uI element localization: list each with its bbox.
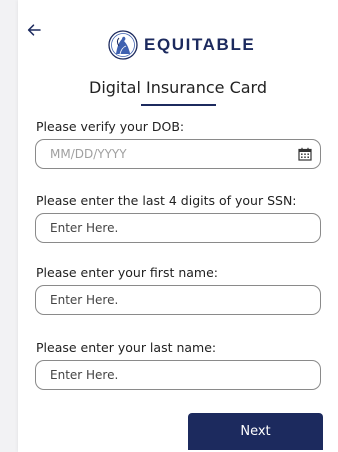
- calendar-icon[interactable]: [298, 147, 312, 161]
- brand-logo: EQUITABLE: [108, 30, 255, 60]
- brand-name: EQUITABLE: [144, 35, 256, 54]
- back-button[interactable]: [22, 20, 46, 40]
- last-name-label: Please enter your last name:: [36, 340, 217, 355]
- dob-field[interactable]: [35, 139, 321, 169]
- dob-label: Please verify your DOB:: [36, 119, 185, 134]
- last-name-field[interactable]: [35, 360, 321, 390]
- title-underline: [141, 104, 216, 106]
- first-name-label: Please enter your first name:: [36, 265, 218, 280]
- next-button[interactable]: Next: [188, 413, 323, 450]
- page-title: Digital Insurance Card: [89, 78, 267, 97]
- ssn-field[interactable]: [35, 213, 321, 243]
- app-screen: EQUITABLE Digital Insurance Card Please …: [18, 0, 338, 452]
- equitable-statue-logo-icon: [108, 30, 138, 60]
- first-name-field[interactable]: [35, 285, 321, 315]
- ssn-label: Please enter the last 4 digits of your S…: [36, 193, 297, 208]
- arrow-left-icon: [27, 24, 41, 36]
